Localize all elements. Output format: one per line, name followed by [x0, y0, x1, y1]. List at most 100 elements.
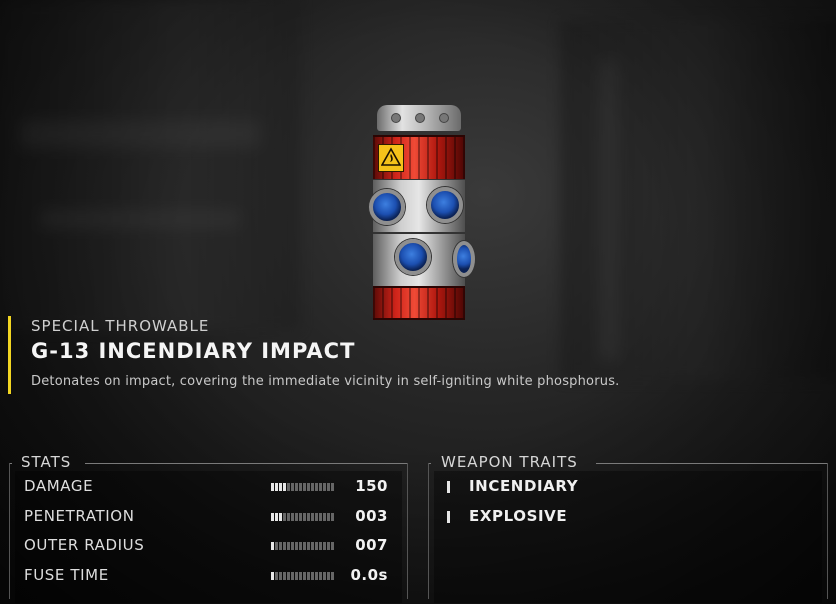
stat-row-fuse-time: FUSE TIME 0.0s [24, 566, 388, 588]
stat-bar-tick [323, 572, 326, 580]
stat-bar-tick [275, 513, 278, 521]
stat-bar-tick [307, 572, 310, 580]
stat-bar-tick [307, 542, 310, 550]
grenade-red-band-bottom [373, 286, 465, 320]
stat-bar-tick [287, 542, 290, 550]
accent-bar [8, 316, 11, 394]
grenade-cap [377, 105, 461, 131]
stat-bar-tick [291, 542, 294, 550]
stat-bar-tick [315, 513, 318, 521]
stat-bar-tick [315, 572, 318, 580]
stat-label: DAMAGE [24, 477, 94, 495]
stat-bar-tick [331, 542, 334, 550]
stat-label: OUTER RADIUS [24, 536, 145, 554]
stat-bar-tick [327, 483, 330, 491]
stat-bar-tick [275, 572, 278, 580]
stat-bar-tick [271, 542, 274, 550]
stat-bar-tick [271, 513, 274, 521]
grenade-port [395, 239, 431, 275]
trait-marker-icon [447, 511, 450, 523]
stat-bar-tick [319, 572, 322, 580]
item-description: Detonates on impact, covering the immedi… [31, 374, 620, 389]
stat-bar-tick [299, 572, 302, 580]
stat-bar-tick [291, 513, 294, 521]
grenade-port [427, 187, 463, 223]
stat-bar-tick [327, 513, 330, 521]
stat-bar-tick [279, 572, 282, 580]
stat-bar-tick [303, 513, 306, 521]
grenade-image [369, 105, 475, 320]
stat-bar-tick [283, 572, 286, 580]
stat-value: 007 [355, 536, 388, 554]
stat-bar-tick [271, 483, 274, 491]
weapon-traits-panel: WEAPON TRAITS INCENDIARY EXPLOSIVE [428, 453, 828, 603]
stat-bar-tick [311, 572, 314, 580]
item-name: G-13 INCENDIARY IMPACT [31, 339, 356, 363]
stat-bar-tick [291, 483, 294, 491]
stat-bar-tick [331, 513, 334, 521]
stat-bar-tick [331, 483, 334, 491]
stat-bar [271, 483, 335, 491]
stat-bar-tick [323, 542, 326, 550]
trait-marker-icon [447, 481, 450, 493]
stat-value: 003 [355, 507, 388, 525]
stat-bar-tick [319, 483, 322, 491]
stat-bar-tick [295, 483, 298, 491]
grenade-port [369, 189, 405, 225]
trait-label: EXPLOSIVE [469, 507, 568, 525]
stat-bar [271, 572, 335, 580]
stat-bar-tick [287, 513, 290, 521]
stat-bar-tick [319, 542, 322, 550]
stats-title: STATS [21, 453, 72, 471]
stat-row-damage: DAMAGE 150 [24, 477, 388, 499]
stat-bar-tick [287, 483, 290, 491]
stat-bar [271, 513, 335, 521]
stat-bar-tick [303, 542, 306, 550]
stat-bar-tick [271, 572, 274, 580]
stat-bar-tick [279, 542, 282, 550]
item-category: SPECIAL THROWABLE [31, 317, 210, 335]
stat-bar-tick [315, 542, 318, 550]
stat-bar-tick [315, 483, 318, 491]
stat-bar-tick [319, 513, 322, 521]
stat-label: PENETRATION [24, 507, 135, 525]
stat-bar-tick [291, 572, 294, 580]
stat-bar-tick [295, 542, 298, 550]
stat-bar-tick [307, 483, 310, 491]
stat-bar-tick [307, 513, 310, 521]
stat-label: FUSE TIME [24, 566, 109, 584]
stat-bar-tick [283, 513, 286, 521]
stat-bar-tick [303, 483, 306, 491]
stat-bar-tick [327, 542, 330, 550]
weapon-traits-title: WEAPON TRAITS [441, 453, 578, 471]
trait-label: INCENDIARY [469, 477, 579, 495]
stat-row-outer-radius: OUTER RADIUS 007 [24, 536, 388, 558]
stat-bar-tick [279, 483, 282, 491]
stat-value: 0.0s [350, 566, 388, 584]
stat-bar-tick [323, 483, 326, 491]
stat-bar-tick [283, 542, 286, 550]
stat-row-penetration: PENETRATION 003 [24, 507, 388, 529]
grenade-port [453, 241, 475, 277]
stat-bar-tick [331, 572, 334, 580]
stat-bar-tick [323, 513, 326, 521]
stat-bar-tick [299, 483, 302, 491]
stat-value: 150 [355, 477, 388, 495]
stat-bar-tick [311, 513, 314, 521]
stat-bar-tick [295, 572, 298, 580]
stat-bar-tick [327, 572, 330, 580]
stat-bar-tick [303, 572, 306, 580]
fire-warning-icon [378, 144, 404, 172]
stat-bar-tick [311, 483, 314, 491]
stat-bar-tick [295, 513, 298, 521]
stat-bar [271, 542, 335, 550]
stat-bar-tick [287, 572, 290, 580]
stat-bar-tick [279, 513, 282, 521]
stat-bar-tick [275, 483, 278, 491]
stat-bar-tick [283, 483, 286, 491]
stat-bar-tick [299, 513, 302, 521]
stats-panel: STATS DAMAGE 150 PENETRATION 003 OUTER R… [9, 453, 408, 603]
stat-bar-tick [275, 542, 278, 550]
stat-bar-tick [299, 542, 302, 550]
stat-bar-tick [311, 542, 314, 550]
